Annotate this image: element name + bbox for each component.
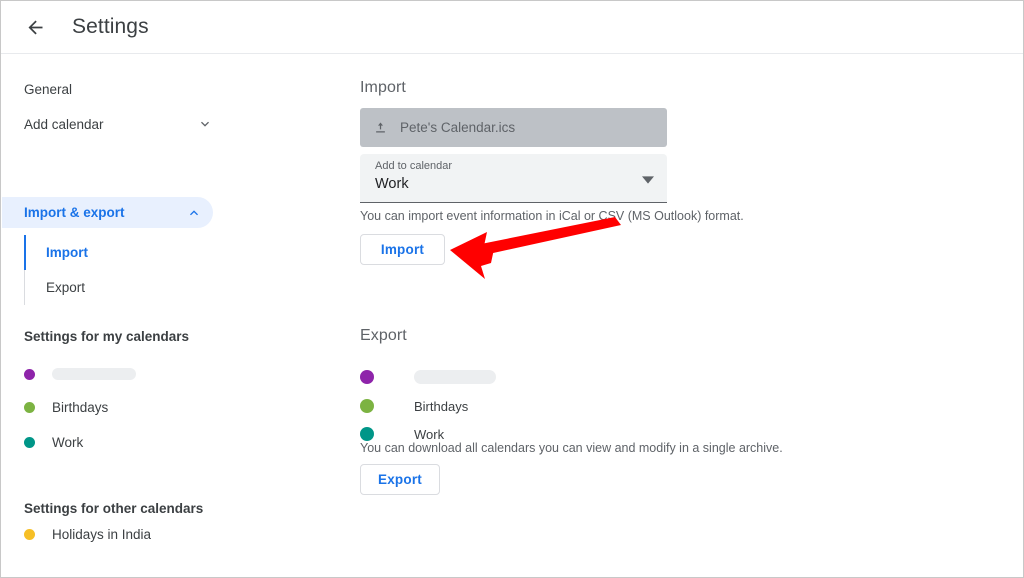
sidebar-item-label: Add calendar xyxy=(24,116,104,132)
calendar-color-dot xyxy=(24,528,35,540)
calendar-list-item[interactable]: Work xyxy=(24,432,83,452)
settings-sidebar: General Add calendar Import & export Imp… xyxy=(2,55,359,577)
page-title: Settings xyxy=(72,15,149,38)
my-calendars-heading: Settings for my calendars xyxy=(24,329,190,344)
sidebar-subnav: Import Export xyxy=(24,235,205,305)
settings-window: Settings General Add calendar Import & e… xyxy=(0,0,1024,578)
chevron-down-icon xyxy=(193,112,217,136)
add-to-calendar-select[interactable]: Add to calendar Work xyxy=(360,154,667,203)
window-header: Settings xyxy=(1,1,1023,54)
back-button[interactable] xyxy=(15,7,55,47)
sidebar-item-general[interactable]: General xyxy=(24,74,214,104)
calendar-name: Birthdays xyxy=(414,398,469,414)
dropdown-arrow-icon xyxy=(642,173,654,185)
sidebar-subitem-label: Import xyxy=(46,245,88,260)
selected-file-chip[interactable]: Pete's Calendar.ics xyxy=(360,108,667,147)
arrow-left-icon xyxy=(25,17,46,38)
export-calendar-item xyxy=(360,367,496,387)
export-help-text: You can download all calendars you can v… xyxy=(360,441,783,455)
export-calendar-item: Birthdays xyxy=(360,396,468,416)
chevron-up-icon xyxy=(184,203,204,223)
add-to-calendar-label: Add to calendar xyxy=(375,160,453,172)
sidebar-item-add-calendar[interactable]: Add calendar xyxy=(24,109,214,139)
calendar-color-dot xyxy=(24,368,35,380)
settings-content: Import Pete's Calendar.ics Add to calend… xyxy=(359,55,1023,577)
sidebar-item-label: General xyxy=(24,81,73,97)
sidebar-item-label: Import & export xyxy=(24,205,125,220)
calendar-name-redacted xyxy=(414,370,496,384)
calendar-color-dot xyxy=(360,427,374,441)
sidebar-item-export[interactable]: Export xyxy=(25,270,205,305)
calendar-color-dot xyxy=(360,370,374,384)
sidebar-subitem-label: Export xyxy=(46,280,86,295)
sidebar-item-import[interactable]: Import xyxy=(24,235,205,270)
import-button[interactable]: Import xyxy=(360,234,445,265)
calendar-name: Work xyxy=(52,434,84,450)
calendar-name: Holidays in India xyxy=(52,526,152,542)
upload-icon xyxy=(371,119,389,137)
import-help-text: You can import event information in iCal… xyxy=(360,209,744,223)
calendar-list-item[interactable] xyxy=(24,364,136,384)
selected-file-name: Pete's Calendar.ics xyxy=(400,120,516,135)
export-button[interactable]: Export xyxy=(360,464,440,495)
calendar-color-dot xyxy=(24,436,35,448)
other-calendars-heading: Settings for other calendars xyxy=(24,501,204,516)
calendar-name: Birthdays xyxy=(52,399,109,415)
calendar-list-item[interactable]: Birthdays xyxy=(24,397,108,417)
calendar-color-dot xyxy=(360,399,374,413)
import-section-title: Import xyxy=(360,79,406,96)
calendar-name: Work xyxy=(414,426,445,442)
calendar-color-dot xyxy=(24,401,35,413)
add-to-calendar-value: Work xyxy=(375,176,409,192)
calendar-name-redacted xyxy=(52,368,136,380)
sidebar-item-import-export[interactable]: Import & export xyxy=(2,197,213,228)
export-section-title: Export xyxy=(360,327,407,344)
calendar-list-item[interactable]: Holidays in India xyxy=(24,524,151,544)
